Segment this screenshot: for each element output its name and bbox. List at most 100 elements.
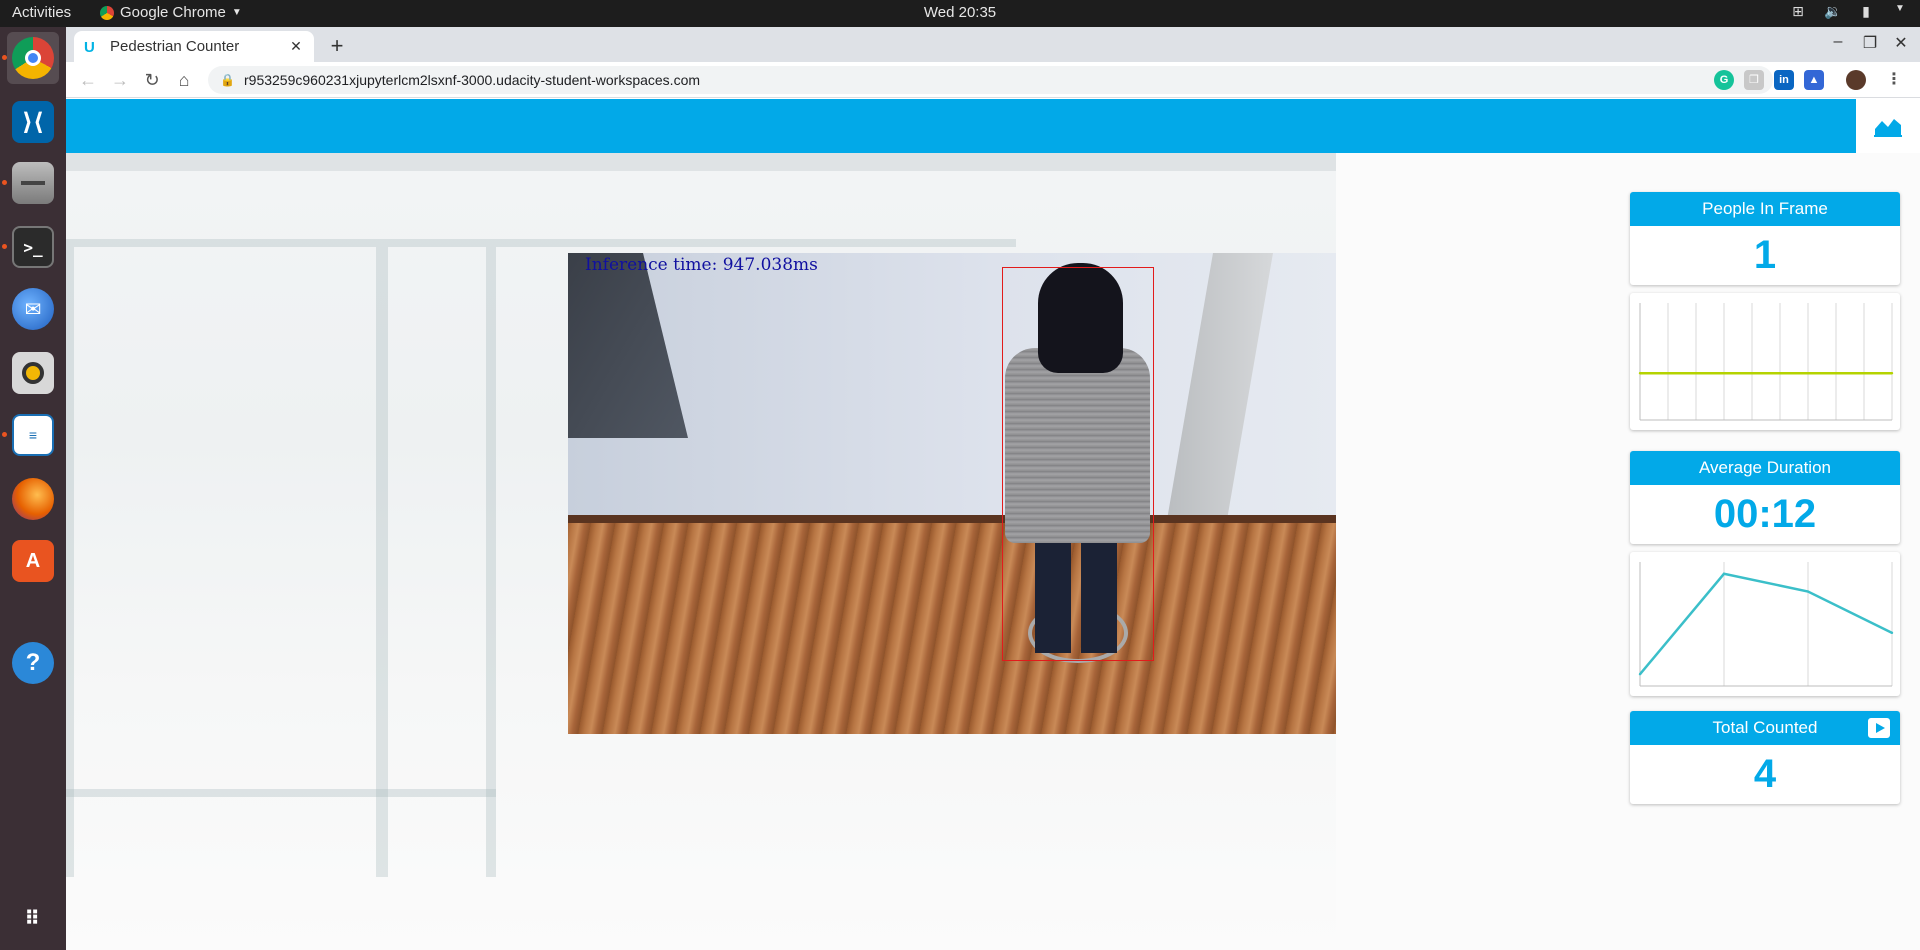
network-icon[interactable]: ⊞ [1790,3,1806,21]
url-text[interactable]: r953259c960231xjupyterlcm2lsxnf-3000.uda… [244,72,1746,88]
address-bar[interactable]: 🔒 r953259c960231xjupyterlcm2lsxnf-3000.u… [208,66,1773,94]
app-grid-icon: ⠿ [24,907,42,930]
dock-help[interactable]: ? [7,637,59,689]
software-center-icon: A [12,540,54,582]
system-top-bar: Activities Google Chrome ▼ Wed 20:35 ⊞ 🔉… [0,0,1920,27]
duration-chart-card [1630,552,1900,696]
chart-point [1890,372,1894,375]
dock-vscode[interactable]: ⟩⟨ [7,96,59,148]
window-frame-bottom [66,789,496,797]
tab-pedestrian-counter[interactable]: U Pedestrian Counter ✕ [74,31,314,62]
show-applications-button[interactable]: ⠿ [7,892,59,944]
play-icon[interactable] [1868,718,1890,738]
clock[interactable]: Wed 20:35 [0,4,1920,21]
forward-button[interactable]: → [108,68,132,92]
chart-point [1638,672,1642,676]
chrome-menu-icon[interactable]: ⋮ [1884,70,1904,90]
profile-avatar[interactable] [1846,70,1866,90]
ceiling-strip [66,153,1336,171]
activities-button[interactable]: Activities [12,4,71,21]
chart-point [1701,372,1705,375]
volume-icon[interactable]: 🔉 [1824,3,1841,21]
rhythmbox-icon [12,352,54,394]
terminal-icon: >_ [12,226,54,268]
chart-point [1890,631,1894,635]
dock-chrome[interactable] [2,32,59,84]
chart-point [1806,590,1810,593]
video-wall [568,253,1421,521]
back-button[interactable]: ← [76,68,100,92]
dock-thunderbird[interactable]: ✉ [7,283,59,335]
dock-libreoffice-writer[interactable]: ≡ [2,409,59,461]
dock-files[interactable] [2,157,59,209]
window-mullion-1 [376,247,388,877]
writer-icon: ≡ [12,414,54,456]
linkedin-extension-icon[interactable]: in [1774,70,1794,90]
chrome-icon [12,37,54,79]
detection-bounding-box [1002,267,1154,661]
close-tab-icon[interactable]: ✕ [288,38,304,55]
close-window-icon[interactable]: ✕ [1891,33,1911,53]
dock-firefox[interactable] [7,473,59,525]
power-menu-icon[interactable]: ▼ [1892,3,1908,21]
average-duration-card: Average Duration 00:12 [1630,451,1900,544]
chart-point [1764,372,1768,375]
browser-toolbar: ← → ↻ ⌂ 🔒 r953259c960231xjupyterlcm2lsxn… [66,62,1920,98]
lock-icon[interactable]: 🔒 [220,73,235,87]
vscode-icon: ⟩⟨ [12,101,54,143]
browser-window: U Pedestrian Counter ✕ + – ❐ ✕ ← → ↻ ⌂ 🔒… [66,27,1920,950]
udacity-favicon-icon: U [84,38,95,56]
inference-time-text: Inference time: 947.038ms [585,255,818,275]
dock-rhythmbox[interactable] [7,347,59,399]
dock-terminal[interactable]: >_ [2,221,59,273]
restore-window-icon[interactable]: ❐ [1860,33,1880,53]
running-indicator [2,244,7,249]
new-tab-button[interactable]: + [324,33,350,59]
chart-series-line [1639,572,1893,675]
app-menu[interactable]: Google Chrome ▼ [100,4,242,21]
total-counted-value: 4 [1753,752,1777,796]
window-mullion-2 [486,247,496,877]
window-frame-top [66,239,1016,247]
page-content: Inference time: 947.038ms People In Fram… [66,99,1920,950]
toggle-stats-button[interactable] [1856,99,1920,153]
chart-point [1722,572,1726,576]
total-counted-card: Total Counted 4 [1630,711,1900,804]
chart-point [1859,372,1862,375]
video-stream: Inference time: 947.038ms [568,253,1421,734]
copy-extension-icon[interactable]: ❐ [1744,70,1764,90]
minimize-window-icon[interactable]: – [1828,33,1848,51]
running-indicator [2,432,7,437]
average-duration-chart [1638,562,1894,687]
home-button[interactable]: ⌂ [172,68,196,92]
video-baseboard [568,515,1421,523]
total-counted-label: Total Counted [1712,718,1818,737]
chart-point [1670,372,1673,375]
firefox-icon [12,478,54,520]
people-in-frame-value: 1 [1753,233,1777,277]
people-in-frame-card: People In Frame 1 [1630,192,1900,285]
dock-software-center[interactable]: A [7,535,59,587]
files-icon [12,162,54,204]
chrome-small-icon [100,5,114,20]
people-chart-card [1630,293,1900,430]
total-counted-header: Total Counted [1630,711,1900,745]
header-bar [66,99,1856,153]
average-duration-label: Average Duration [1630,451,1900,485]
running-indicator [2,180,7,185]
chart-point [1827,372,1831,375]
help-icon: ? [12,642,54,684]
window-frame-left [66,247,74,877]
reload-button[interactable]: ↻ [140,68,164,92]
system-tray[interactable]: ⊞ 🔉 ▮ ▼ [1790,3,1908,21]
people-in-frame-chart [1638,303,1894,421]
battery-icon[interactable]: ▮ [1858,3,1874,21]
chart-point [1638,372,1642,375]
average-duration-value: 00:12 [1713,492,1817,536]
graduation-extension-icon[interactable]: ▲ [1804,70,1824,90]
running-indicator [2,55,7,60]
grammarly-extension-icon[interactable]: G [1714,70,1734,90]
video-floor [568,515,1421,734]
tab-title: Pedestrian Counter [110,38,240,55]
chevron-down-icon: ▼ [231,7,242,18]
